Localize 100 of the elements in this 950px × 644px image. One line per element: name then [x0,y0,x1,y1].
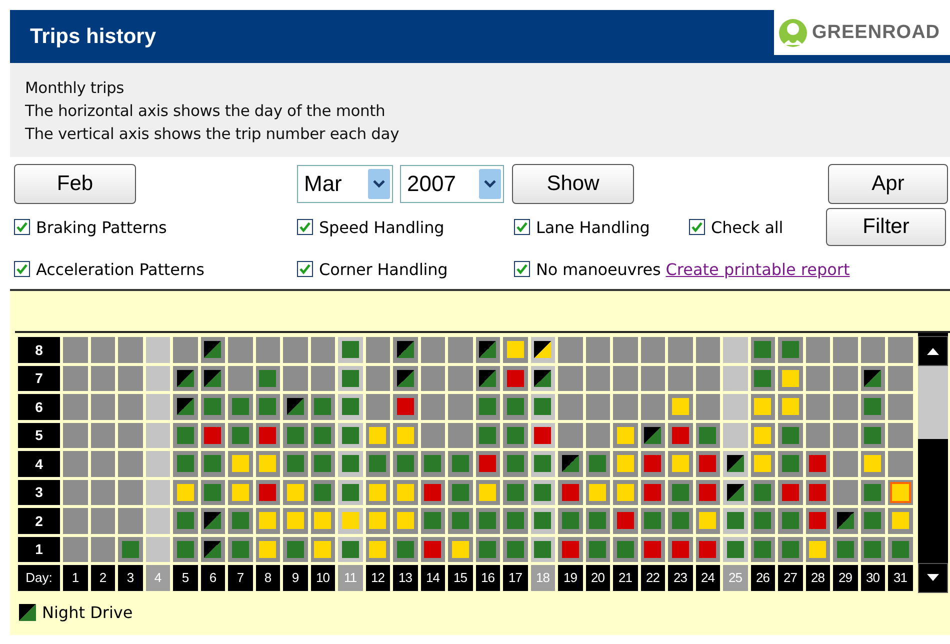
trip-cell[interactable] [476,480,500,505]
trip-cell[interactable] [310,480,335,505]
trip-cell[interactable] [476,394,500,420]
trip-cell[interactable] [310,394,335,420]
trip-cell[interactable] [613,422,638,448]
trip-cell[interactable] [530,394,555,420]
checkbox[interactable] [297,219,313,235]
trip-cell[interactable] [118,337,142,362]
trip-cell[interactable] [530,337,555,362]
trip-cell[interactable] [256,366,280,391]
trip-cell[interactable] [118,508,142,534]
trip-cell[interactable] [696,366,720,391]
trip-cell[interactable] [420,480,445,505]
scroll-down-button[interactable] [918,562,948,592]
trip-cell[interactable] [420,422,445,448]
trip-cell[interactable] [833,480,858,505]
trip-cell[interactable] [806,337,830,362]
trip-cell[interactable] [833,394,858,420]
trip-cell[interactable] [366,337,390,362]
trip-cell[interactable] [586,480,610,505]
trip-cell[interactable] [613,451,638,476]
trip-cell[interactable] [90,422,115,448]
trip-cell[interactable] [586,394,610,420]
trip-cell[interactable] [833,337,858,362]
trip-cell[interactable] [283,451,308,476]
trip-cell[interactable] [476,508,500,534]
trip-cell[interactable] [888,337,912,362]
trip-cell[interactable] [806,451,830,476]
trip-cell[interactable] [146,394,170,420]
trip-cell[interactable] [393,536,418,562]
trip-cell[interactable] [723,366,748,391]
trip-cell[interactable] [338,366,362,391]
trip-cell[interactable] [558,337,582,362]
trip-cell[interactable] [200,480,225,505]
trip-cell[interactable] [448,508,472,534]
trip-cell[interactable] [613,480,638,505]
trip-cell[interactable] [888,394,912,420]
checkbox[interactable] [297,261,313,277]
trip-cell[interactable] [750,366,775,391]
trip-cell[interactable] [420,536,445,562]
trip-cell[interactable] [173,508,198,534]
trip-cell[interactable] [200,337,225,362]
trip-cell[interactable] [338,508,362,534]
trip-cell[interactable] [833,508,858,534]
trip-cell[interactable] [283,480,308,505]
trip-cell[interactable] [888,366,912,391]
trip-cell[interactable] [366,366,390,391]
trip-cell[interactable] [310,422,335,448]
trip-cell[interactable] [696,394,720,420]
previous-month-button[interactable]: Feb [14,164,136,204]
trip-cell[interactable] [200,422,225,448]
trip-cell[interactable] [310,536,335,562]
trip-cell[interactable] [640,394,665,420]
trip-cell[interactable] [530,451,555,476]
trip-cell[interactable] [888,508,912,534]
trip-cell[interactable] [476,337,500,362]
trip-cell[interactable] [338,422,362,448]
trip-cell[interactable] [393,337,418,362]
report-link[interactable]: Create printable report [666,260,850,278]
trip-cell[interactable] [833,536,858,562]
trip-cell[interactable] [558,536,582,562]
checkbox[interactable] [514,261,530,277]
trip-cell[interactable] [63,451,88,476]
trip-cell[interactable] [503,366,528,391]
trip-cell[interactable] [750,451,775,476]
trip-cell[interactable] [668,451,692,476]
trip-cell[interactable] [118,480,142,505]
trip-cell[interactable] [146,337,170,362]
trip-cell[interactable] [833,451,858,476]
trip-cell[interactable] [696,508,720,534]
trip-cell[interactable] [668,422,692,448]
trip-cell[interactable] [696,451,720,476]
trip-cell[interactable] [888,422,912,448]
trip-cell[interactable] [420,366,445,391]
trip-cell[interactable] [860,536,885,562]
trip-cell[interactable] [530,480,555,505]
trip-cell[interactable] [833,422,858,448]
trip-cell[interactable] [558,480,582,505]
trip-cell[interactable] [806,536,830,562]
trip-cell[interactable] [860,451,885,476]
trip-cell[interactable] [173,536,198,562]
trip-cell[interactable] [778,508,802,534]
trip-cell[interactable] [173,366,198,391]
trip-cell[interactable] [586,508,610,534]
trip-cell[interactable] [888,536,912,562]
trip-cell[interactable] [393,366,418,391]
trip-cell[interactable] [90,337,115,362]
trip-cell[interactable] [696,337,720,362]
trip-cell[interactable] [146,366,170,391]
trip-cell[interactable] [63,536,88,562]
trip-cell[interactable] [310,337,335,362]
trip-cell[interactable] [586,451,610,476]
trip-cell[interactable] [146,480,170,505]
trip-cell[interactable] [613,366,638,391]
trip-cell[interactable] [503,422,528,448]
trip-cell[interactable] [173,394,198,420]
trip-cell[interactable] [256,451,280,476]
trip-cell[interactable] [640,508,665,534]
trip-cell[interactable] [90,394,115,420]
filter-button[interactable]: Filter [826,208,946,246]
